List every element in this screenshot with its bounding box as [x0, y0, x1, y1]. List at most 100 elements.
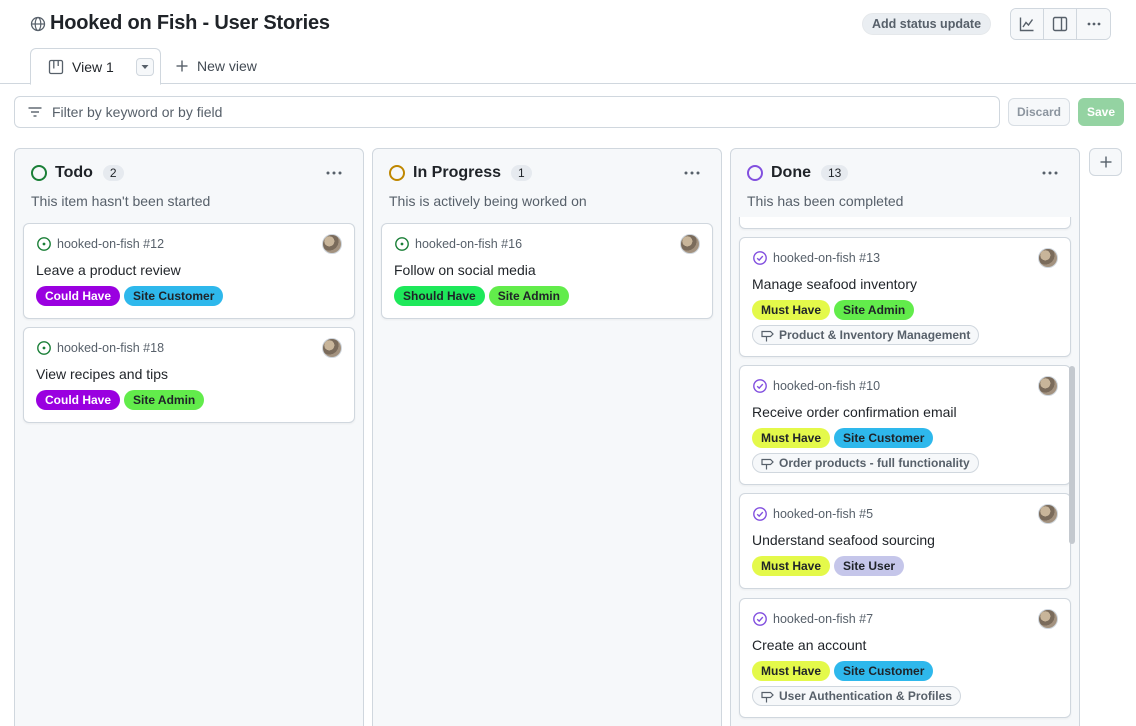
column-count: 2 [102, 165, 124, 181]
issue-ref[interactable]: hooked-on-fish #18 [57, 341, 164, 355]
column-header: In Progress 1 [389, 164, 532, 182]
label-site-admin[interactable]: Site Admin [834, 300, 915, 320]
column-done: Done 13 This has been completed hooked-o… [730, 148, 1080, 726]
more-options-button[interactable] [1077, 9, 1110, 39]
issue-closed-icon [753, 251, 767, 265]
issue-card[interactable]: hooked-on-fish #7 Create an account Must… [739, 598, 1071, 718]
kebab-icon [326, 171, 342, 175]
card-meta: hooked-on-fish #18 [36, 340, 164, 356]
plus-icon [176, 60, 188, 72]
milestone-badge[interactable]: User Authentication & Profiles [752, 686, 961, 706]
avatar [1038, 248, 1058, 268]
new-view-label: New view [197, 58, 257, 74]
filter-placeholder: Filter by keyword or by field [52, 104, 223, 120]
milestone-icon [761, 691, 774, 702]
label-should-have[interactable]: Should Have [394, 286, 485, 306]
card-title[interactable]: Understand seafood sourcing [752, 532, 935, 548]
issue-card[interactable]: hooked-on-fish #16 Follow on social medi… [381, 223, 713, 319]
column-count: 1 [511, 165, 532, 181]
issue-closed-icon [753, 507, 767, 521]
issue-open-icon [37, 237, 51, 251]
card-title[interactable]: Follow on social media [394, 262, 536, 278]
issue-ref[interactable]: hooked-on-fish #12 [57, 237, 164, 251]
in-progress-status-icon [389, 165, 405, 181]
card-labels: Must Have Site User [752, 556, 905, 576]
label-site-user[interactable]: Site User [834, 556, 905, 576]
filter-input[interactable]: Filter by keyword or by field [14, 96, 1000, 128]
column-count: 13 [821, 165, 849, 181]
card-title[interactable]: Manage seafood inventory [752, 276, 917, 292]
avatar [1038, 504, 1058, 524]
column-todo: Todo 2 This item hasn't been started hoo… [14, 148, 364, 726]
column-name: Todo [55, 164, 93, 181]
done-card-list[interactable]: hooked-on-fish #13 Manage seafood invent… [731, 217, 1079, 726]
issue-ref[interactable]: hooked-on-fish #5 [773, 507, 873, 521]
discard-button[interactable]: Discard [1008, 98, 1070, 126]
kebab-icon [1087, 22, 1100, 26]
filter-icon [28, 107, 42, 117]
new-view-button[interactable]: New view [175, 58, 257, 74]
milestone-badge[interactable]: Order products - full functionality [752, 453, 979, 473]
column-name: Done [771, 164, 811, 181]
sidebar-button[interactable] [1044, 9, 1077, 39]
issue-card[interactable]: hooked-on-fish #12 Leave a product revie… [23, 223, 355, 319]
label-site-customer[interactable]: Site Customer [834, 661, 934, 681]
issue-closed-icon [753, 612, 767, 626]
milestone-badge[interactable]: Product & Inventory Management [752, 325, 980, 345]
issue-card[interactable]: hooked-on-fish #10 Receive order confirm… [739, 365, 1071, 485]
label-site-admin[interactable]: Site Admin [488, 286, 569, 306]
card-title[interactable]: Create an account [752, 637, 866, 653]
card-labels: Should Have Site Admin [394, 286, 569, 306]
card-meta: hooked-on-fish #10 [752, 378, 880, 394]
column-in-progress: In Progress 1 This is actively being wor… [372, 148, 722, 726]
project-header: Hooked on Fish - User Stories Add status… [0, 0, 1136, 85]
column-menu-button[interactable] [1037, 163, 1063, 183]
card-title[interactable]: Receive order confirmation email [752, 404, 957, 420]
issue-closed-icon [753, 379, 767, 393]
column-header: Done 13 [747, 164, 849, 182]
card-title[interactable]: Leave a product review [36, 262, 181, 278]
card-labels: Could Have Site Admin [36, 390, 205, 410]
label-could-have[interactable]: Could Have [36, 286, 121, 306]
add-column-button[interactable] [1089, 148, 1122, 176]
board-icon [48, 59, 64, 74]
issue-card[interactable] [739, 217, 1071, 229]
tab-view-1[interactable]: View 1 [30, 48, 161, 85]
plus-icon [1100, 156, 1111, 168]
label-must-have[interactable]: Must Have [752, 300, 831, 320]
kebab-icon [1042, 171, 1058, 175]
label-must-have[interactable]: Must Have [752, 556, 831, 576]
issue-ref[interactable]: hooked-on-fish #16 [415, 237, 522, 251]
save-button[interactable]: Save [1078, 98, 1124, 126]
view-options-button[interactable] [135, 57, 154, 76]
milestone-label: Order products - full functionality [779, 456, 970, 470]
issue-ref[interactable]: hooked-on-fish #10 [773, 379, 880, 393]
label-site-customer[interactable]: Site Customer [124, 286, 224, 306]
tab-label: View 1 [72, 58, 114, 75]
milestone-label: User Authentication & Profiles [779, 689, 952, 703]
column-menu-button[interactable] [321, 163, 347, 183]
insights-button[interactable] [1011, 9, 1044, 39]
column-menu-button[interactable] [679, 163, 705, 183]
label-site-admin[interactable]: Site Admin [124, 390, 205, 410]
issue-ref[interactable]: hooked-on-fish #7 [773, 612, 873, 626]
card-labels: Must Have Site Customer [752, 661, 934, 681]
label-site-customer[interactable]: Site Customer [834, 428, 934, 448]
todo-status-icon [31, 165, 47, 181]
issue-card[interactable]: hooked-on-fish #13 Manage seafood invent… [739, 237, 1071, 357]
issue-ref[interactable]: hooked-on-fish #13 [773, 251, 880, 265]
issue-card[interactable]: hooked-on-fish #5 Understand seafood sou… [739, 493, 1071, 589]
milestone-label: Product & Inventory Management [779, 328, 971, 342]
avatar [322, 338, 342, 358]
add-status-update-button[interactable]: Add status update [862, 13, 992, 35]
card-meta: hooked-on-fish #5 [752, 506, 873, 522]
label-must-have[interactable]: Must Have [752, 428, 831, 448]
label-must-have[interactable]: Must Have [752, 661, 831, 681]
label-could-have[interactable]: Could Have [36, 390, 121, 410]
done-column-scrollbar[interactable] [1069, 366, 1075, 544]
card-title[interactable]: View recipes and tips [36, 366, 168, 382]
column-description: This item hasn't been started [31, 193, 211, 209]
card-meta: hooked-on-fish #12 [36, 236, 164, 252]
avatar [1038, 609, 1058, 629]
issue-card[interactable]: hooked-on-fish #18 View recipes and tips… [23, 327, 355, 423]
